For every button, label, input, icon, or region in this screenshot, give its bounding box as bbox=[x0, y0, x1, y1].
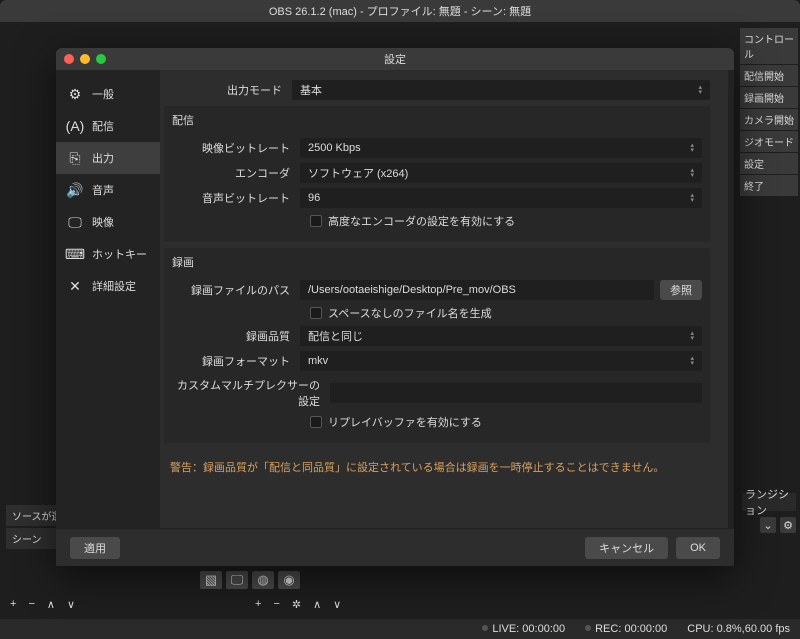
speaker-icon: 🔊 bbox=[66, 182, 84, 198]
video-bitrate-input[interactable]: 2500 Kbps▴▾ bbox=[300, 138, 702, 158]
chevron-updown-icon: ▴▾ bbox=[690, 143, 694, 153]
custom-mux-input[interactable] bbox=[330, 383, 702, 403]
transition-gear-icon[interactable]: ⚙ bbox=[780, 517, 796, 533]
main-window-title: OBS 26.1.2 (mac) - プロファイル: 無題 - シーン: 無題 bbox=[269, 3, 531, 19]
gear-icon: ⚙ bbox=[66, 86, 84, 102]
record-quality-select[interactable]: 配信と同じ▴▾ bbox=[300, 326, 702, 346]
source-down-button[interactable]: ∨ bbox=[333, 598, 341, 611]
sidebar-item-general[interactable]: ⚙一般 bbox=[56, 78, 160, 110]
scene-down-button[interactable]: ∨ bbox=[67, 598, 75, 611]
output-mode-select[interactable]: 基本▴▾ bbox=[292, 80, 710, 100]
settings-content: 出力モード 基本▴▾ 配信 映像ビットレート 2500 Kbps▴▾ エンコーダ… bbox=[160, 70, 728, 528]
replay-buffer-checkbox[interactable] bbox=[310, 416, 322, 428]
status-cpu: CPU: 0.8%,60.00 fps bbox=[687, 623, 790, 635]
custom-mux-label: カスタムマルチプレクサーの設定 bbox=[172, 377, 330, 409]
status-live: LIVE: 00:00:00 bbox=[482, 623, 565, 635]
scene-remove-button[interactable]: − bbox=[28, 598, 34, 611]
advanced-encoder-label: 高度なエンコーダの設定を有効にする bbox=[328, 213, 515, 229]
browse-button[interactable]: 参照 bbox=[660, 280, 702, 300]
settings-footer: 適用 キャンセル OK bbox=[56, 528, 734, 566]
sidebar-item-hotkey[interactable]: ⌨ホットキー bbox=[56, 238, 160, 270]
source-remove-button[interactable]: − bbox=[273, 598, 279, 611]
settings-title: 設定 bbox=[384, 51, 406, 67]
source-camera-icon: ◉ bbox=[278, 571, 300, 589]
scene-add-button[interactable]: + bbox=[10, 598, 16, 611]
sidebar-item-advanced[interactable]: ✕詳細設定 bbox=[56, 270, 160, 302]
record-path-label: 録画ファイルのパス bbox=[172, 282, 300, 298]
settings-button[interactable]: 設定 bbox=[740, 153, 798, 174]
close-icon[interactable] bbox=[64, 54, 74, 64]
chevron-updown-icon: ▴▾ bbox=[690, 193, 694, 203]
sidebar-item-stream[interactable]: (A)配信 bbox=[56, 110, 160, 142]
chevron-updown-icon: ▴▾ bbox=[690, 356, 694, 366]
main-window-titlebar: OBS 26.1.2 (mac) - プロファイル: 無題 - シーン: 無題 bbox=[0, 0, 800, 22]
start-stream-button[interactable]: 配信開始 bbox=[740, 65, 798, 86]
sidebar-item-audio[interactable]: 🔊音声 bbox=[56, 174, 160, 206]
record-path-input[interactable]: /Users/ootaeishige/Desktop/Pre_mov/OBS bbox=[300, 280, 654, 300]
settings-titlebar: 設定 bbox=[56, 48, 734, 70]
source-display-icon: 🖵 bbox=[226, 571, 248, 589]
nospace-filename-label: スペースなしのファイル名を生成 bbox=[328, 305, 492, 321]
audio-bitrate-select[interactable]: 96▴▾ bbox=[300, 188, 702, 208]
stream-section-header: 配信 bbox=[164, 106, 710, 134]
zoom-icon[interactable] bbox=[96, 54, 106, 64]
studio-mode-button[interactable]: ジオモード bbox=[740, 131, 798, 152]
source-globe-icon: ◍ bbox=[252, 571, 274, 589]
antenna-icon: (A) bbox=[66, 118, 84, 134]
controls-header: コントロール bbox=[740, 28, 798, 64]
status-rec: REC: 00:00:00 bbox=[585, 623, 667, 635]
exit-button[interactable]: 終了 bbox=[740, 175, 798, 196]
sidebar-item-video[interactable]: 🖵映像 bbox=[56, 206, 160, 238]
advanced-encoder-checkbox[interactable] bbox=[310, 215, 322, 227]
minimize-icon[interactable] bbox=[80, 54, 90, 64]
cancel-button[interactable]: キャンセル bbox=[585, 537, 668, 559]
record-section-header: 録画 bbox=[164, 248, 710, 276]
stream-section: 配信 映像ビットレート 2500 Kbps▴▾ エンコーダ ソフトウェア (x2… bbox=[164, 106, 710, 242]
source-add-button[interactable]: + bbox=[255, 598, 261, 611]
apply-button[interactable]: 適用 bbox=[70, 537, 120, 559]
sidebar-item-output[interactable]: ⎘出力 bbox=[56, 142, 160, 174]
record-quality-label: 録画品質 bbox=[172, 328, 300, 344]
source-gear-button[interactable]: ✲ bbox=[292, 598, 301, 611]
scene-up-button[interactable]: ∧ bbox=[47, 598, 55, 611]
tools-icon: ✕ bbox=[66, 278, 84, 294]
record-format-select[interactable]: mkv▴▾ bbox=[300, 351, 702, 371]
record-format-label: 録画フォーマット bbox=[172, 353, 300, 369]
chevron-updown-icon: ▴▾ bbox=[698, 85, 702, 95]
audio-bitrate-label: 音声ビットレート bbox=[172, 190, 300, 206]
ok-button[interactable]: OK bbox=[676, 537, 720, 559]
output-mode-label: 出力モード bbox=[164, 82, 292, 98]
start-camera-button[interactable]: カメラ開始 bbox=[740, 109, 798, 130]
transition-panel: ランジション bbox=[742, 493, 796, 511]
bottom-toolbar: + − ∧ ∨ + − ✲ ∧ ∨ bbox=[0, 589, 800, 619]
settings-sidebar: ⚙一般 (A)配信 ⎘出力 🔊音声 🖵映像 ⌨ホットキー ✕詳細設定 bbox=[56, 70, 160, 528]
nospace-filename-checkbox[interactable] bbox=[310, 307, 322, 319]
content-scrollbar[interactable] bbox=[728, 70, 734, 528]
encoder-select[interactable]: ソフトウェア (x264)▴▾ bbox=[300, 163, 702, 183]
controls-panel: コントロール 配信開始 録画開始 カメラ開始 ジオモード 設定 終了 bbox=[740, 22, 798, 197]
output-icon: ⎘ bbox=[66, 150, 84, 166]
source-image-icon: ▧ bbox=[200, 571, 222, 589]
replay-buffer-label: リプレイバッファを有効にする bbox=[328, 414, 482, 430]
transition-dropdown-icon[interactable]: ⌄ bbox=[760, 517, 776, 533]
settings-dialog: 設定 ⚙一般 (A)配信 ⎘出力 🔊音声 🖵映像 ⌨ホットキー ✕詳細設定 出力… bbox=[56, 48, 734, 566]
record-section: 録画 録画ファイルのパス /Users/ootaeishige/Desktop/… bbox=[164, 248, 710, 443]
chevron-updown-icon: ▴▾ bbox=[690, 331, 694, 341]
encoder-label: エンコーダ bbox=[172, 165, 300, 181]
chevron-updown-icon: ▴▾ bbox=[690, 168, 694, 178]
source-up-button[interactable]: ∧ bbox=[313, 598, 321, 611]
video-bitrate-label: 映像ビットレート bbox=[172, 140, 300, 156]
start-record-button[interactable]: 録画開始 bbox=[740, 87, 798, 108]
source-toolbar: ▧ 🖵 ◍ ◉ bbox=[200, 571, 300, 589]
warning-text: 警告：録画品質が「配信と同品質」に設定されている場合は録画を一時停止することはで… bbox=[164, 449, 710, 479]
status-bar: LIVE: 00:00:00 REC: 00:00:00 CPU: 0.8%,6… bbox=[0, 619, 800, 639]
display-icon: 🖵 bbox=[66, 214, 84, 230]
keyboard-icon: ⌨ bbox=[66, 246, 84, 262]
